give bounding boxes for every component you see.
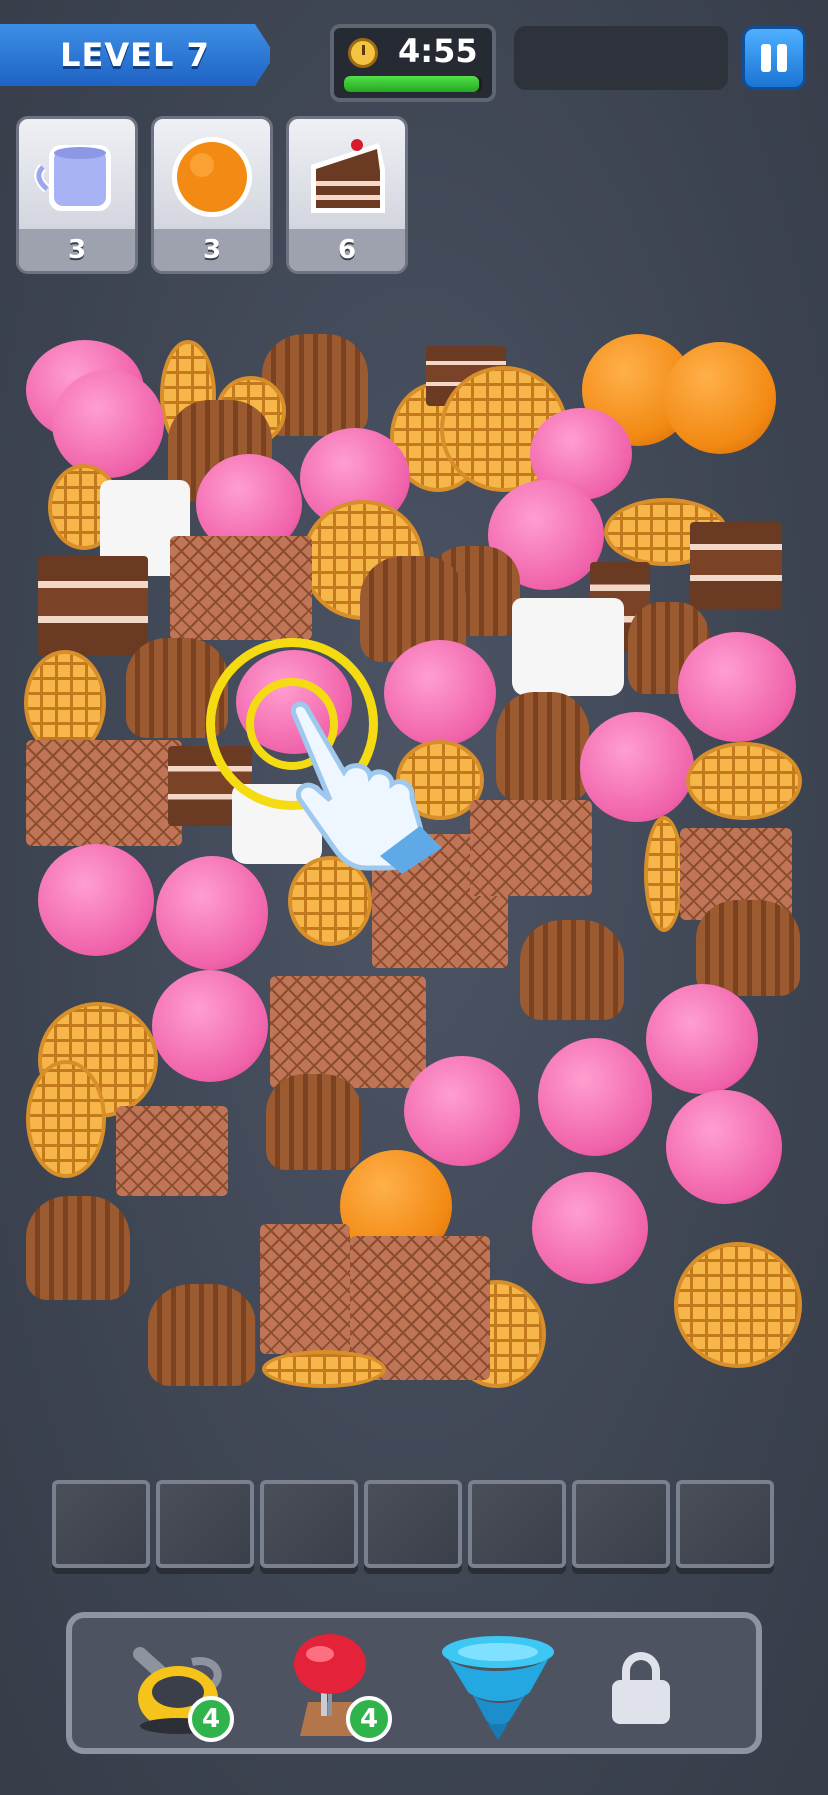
- pig-item[interactable]: [404, 1056, 520, 1166]
- mug-icon: [34, 145, 111, 211]
- pig-item[interactable]: [156, 856, 268, 970]
- waffle-item[interactable]: [644, 816, 684, 932]
- lock-icon-body: [612, 1680, 670, 1724]
- pig-item[interactable]: [52, 370, 164, 478]
- wafer-item[interactable]: [116, 1106, 228, 1196]
- goal-mug: 3: [16, 116, 138, 274]
- waffle-item[interactable]: [686, 742, 802, 820]
- game-screen: LEVEL 7 4:55 3 3 6 4 4: [0, 0, 828, 1795]
- stopwatch-icon: [348, 38, 378, 68]
- tornado-booster-button[interactable]: [438, 1632, 554, 1742]
- level-banner: LEVEL 7: [0, 24, 270, 86]
- timer-text: 4:55: [398, 32, 478, 70]
- glove-count-badge: 4: [346, 1696, 392, 1742]
- vacuum-booster-button[interactable]: 4: [122, 1632, 234, 1742]
- level-label: LEVEL 7: [60, 36, 210, 74]
- wafer-item[interactable]: [470, 800, 592, 896]
- wafer-item[interactable]: [170, 536, 312, 640]
- pig-item[interactable]: [580, 712, 694, 822]
- pig-item[interactable]: [678, 632, 796, 742]
- cake-slice-icon: [311, 139, 385, 213]
- tornado-icon: [442, 1636, 554, 1740]
- item-board: [0, 300, 828, 1400]
- waffle-item[interactable]: [262, 1350, 386, 1388]
- booster-bar: 4 4: [66, 1612, 762, 1754]
- tray-slot: [676, 1480, 774, 1568]
- muffin-item[interactable]: [266, 1074, 362, 1170]
- tray-slot: [156, 1480, 254, 1568]
- pointer-hand-icon: [290, 701, 442, 874]
- pig-item[interactable]: [532, 1172, 648, 1284]
- tray-slot: [364, 1480, 462, 1568]
- timer: 4:55: [330, 24, 496, 102]
- tray-slot: [260, 1480, 358, 1568]
- cookie-muffin-item[interactable]: [496, 692, 590, 800]
- score-panel: [514, 26, 728, 90]
- pig-item[interactable]: [646, 984, 758, 1094]
- tray-slot: [572, 1480, 670, 1568]
- goal-count: 3: [19, 229, 135, 271]
- orange-item[interactable]: [664, 342, 776, 454]
- orange-icon: [172, 137, 252, 217]
- wafer-item[interactable]: [26, 740, 182, 846]
- muffin-item[interactable]: [148, 1284, 256, 1386]
- muffin-item[interactable]: [696, 900, 800, 996]
- wafer-item[interactable]: [270, 976, 426, 1088]
- timer-progress-fill: [344, 76, 480, 92]
- locked-booster-slot: [588, 1632, 698, 1742]
- tray-slot: [468, 1480, 566, 1568]
- pig-item[interactable]: [38, 844, 154, 956]
- pause-button[interactable]: [742, 26, 806, 90]
- cake-slice-item[interactable]: [690, 522, 782, 610]
- waffle-item[interactable]: [26, 1060, 106, 1178]
- wafer-item[interactable]: [260, 1224, 350, 1354]
- pig-item[interactable]: [152, 970, 268, 1082]
- goal-orange: 3: [151, 116, 273, 274]
- mug-item[interactable]: [512, 598, 624, 696]
- pig-item[interactable]: [538, 1038, 652, 1156]
- goal-cake-slice: 6: [286, 116, 408, 274]
- tray-slot: [52, 1480, 150, 1568]
- vacuum-count-badge: 4: [188, 1696, 234, 1742]
- cake-slice-item[interactable]: [38, 556, 148, 656]
- muffin-item[interactable]: [26, 1196, 130, 1300]
- goal-count: 3: [154, 229, 270, 271]
- muffin-item[interactable]: [520, 920, 624, 1020]
- waffle-item[interactable]: [674, 1242, 802, 1368]
- glove-booster-button[interactable]: 4: [280, 1632, 392, 1742]
- pig-item[interactable]: [666, 1090, 782, 1204]
- goal-count: 6: [289, 229, 405, 271]
- timer-progress-bar: [344, 76, 482, 92]
